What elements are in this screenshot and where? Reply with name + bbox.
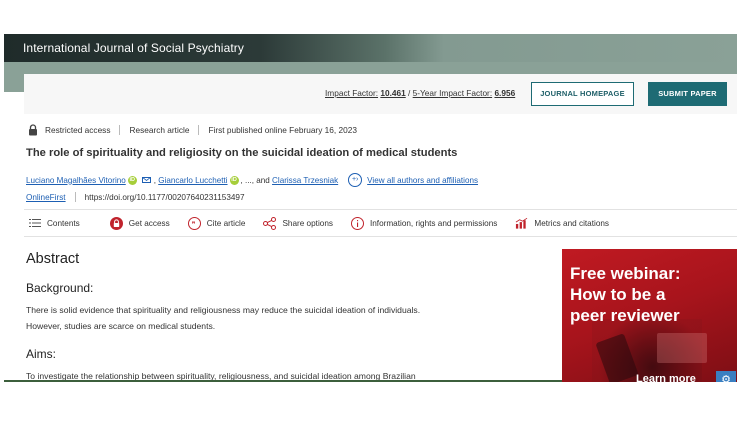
author-link[interactable]: Giancarlo Lucchetti: [158, 176, 227, 185]
article-title: The role of spirituality and religiosity…: [26, 147, 458, 159]
bar-chart-icon: [515, 217, 528, 230]
aims-heading: Aims:: [26, 347, 56, 361]
info-label: Information, rights and permissions: [369, 218, 498, 228]
get-access-label: Get access: [128, 218, 170, 228]
divider: [119, 125, 121, 135]
orcid-icon[interactable]: iD: [127, 175, 137, 185]
ad-line: How to be a: [570, 285, 666, 304]
background-text-line: There is solid evidence that spiritualit…: [26, 305, 421, 315]
info-rights-button[interactable]: Information, rights and permissions: [350, 216, 498, 230]
view-all-authors[interactable]: +› View all authors and affiliations: [348, 173, 478, 187]
divider: [198, 125, 200, 135]
impact-factor[interactable]: Impact Factor: 10.461 / 5-Year Impact Fa…: [325, 88, 515, 98]
lock-icon: [28, 124, 38, 136]
share-options-button[interactable]: Share options: [263, 216, 333, 230]
abstract-heading: Abstract: [26, 251, 80, 267]
webinar-ad[interactable]: Free webinar: How to be a peer reviewer …: [562, 249, 737, 382]
article-type: Research article: [129, 125, 190, 135]
author-link[interactable]: Luciano Magalhães Vitorino: [26, 176, 126, 185]
journal-homepage-button[interactable]: JOURNAL HOMEPAGE: [531, 82, 634, 106]
contents-label: Contents: [47, 218, 80, 228]
impact-factor-value: 10.461: [380, 88, 406, 98]
five-year-label: 5-Year Impact Factor:: [412, 88, 493, 98]
five-year-value: 6.956: [494, 88, 516, 98]
author-ellipsis: , ..., and: [240, 175, 270, 185]
doi-link[interactable]: https://doi.org/10.1177/0020764023115349…: [85, 193, 245, 202]
author-list: Luciano Magalhães Vitorino iD , Giancarl…: [26, 173, 478, 187]
contents-button[interactable]: Contents: [28, 217, 80, 230]
access-status: Restricted access: [45, 125, 111, 135]
email-icon[interactable]: [141, 177, 151, 183]
quote-icon: ❞: [187, 216, 201, 230]
background-text-line: However, studies are scarce on medical s…: [26, 321, 216, 331]
laptop-image: [657, 333, 707, 363]
online-first-link[interactable]: OnlineFirst: [26, 193, 66, 202]
get-access-button[interactable]: Get access: [109, 216, 170, 230]
journal-banner: International Journal of Social Psychiat…: [4, 34, 737, 62]
article-meta: Restricted access Research article First…: [28, 123, 357, 137]
doi-line: OnlineFirst https://doi.org/10.1177/0020…: [26, 192, 245, 202]
ad-headline: Free webinar: How to be a peer reviewer: [570, 263, 735, 326]
submit-paper-button[interactable]: SUBMIT PAPER: [648, 82, 727, 106]
lock-circle-icon: [109, 216, 123, 230]
expand-arrow-icon: +›: [348, 173, 363, 187]
cite-article-button[interactable]: ❞ Cite article: [187, 216, 246, 230]
view-all-authors-link[interactable]: View all authors and affiliations: [367, 176, 478, 185]
info-icon: [350, 216, 364, 230]
svg-text:❞: ❞: [191, 220, 195, 228]
divider: [74, 192, 76, 202]
ad-line: peer reviewer: [570, 306, 680, 325]
author-link[interactable]: Clarissa Trzesniak: [272, 176, 338, 185]
journal-title[interactable]: International Journal of Social Psychiat…: [23, 41, 244, 55]
metrics-citations-button[interactable]: Metrics and citations: [515, 217, 609, 230]
background-heading: Background:: [26, 281, 94, 295]
orcid-icon[interactable]: iD: [229, 175, 239, 185]
cite-label: Cite article: [206, 218, 246, 228]
impact-factor-label: Impact Factor:: [325, 88, 379, 98]
share-label: Share options: [282, 218, 333, 228]
gear-icon[interactable]: ⚙: [716, 371, 736, 382]
ad-line: Free webinar:: [570, 264, 681, 283]
list-icon: [28, 217, 41, 230]
learn-more-link[interactable]: Learn more: [636, 373, 696, 382]
journal-metrics-bar: Impact Factor: 10.461 / 5-Year Impact Fa…: [24, 74, 737, 114]
author-comma: ,: [153, 175, 156, 185]
metrics-label: Metrics and citations: [534, 218, 610, 228]
article-page: International Journal of Social Psychiat…: [4, 34, 737, 382]
publish-date: First published online February 16, 2023: [208, 125, 357, 135]
impact-separator: /: [405, 88, 413, 98]
article-toolbar: Contents Get access ❞ Cite article Share…: [24, 209, 737, 237]
share-icon: [263, 216, 277, 230]
